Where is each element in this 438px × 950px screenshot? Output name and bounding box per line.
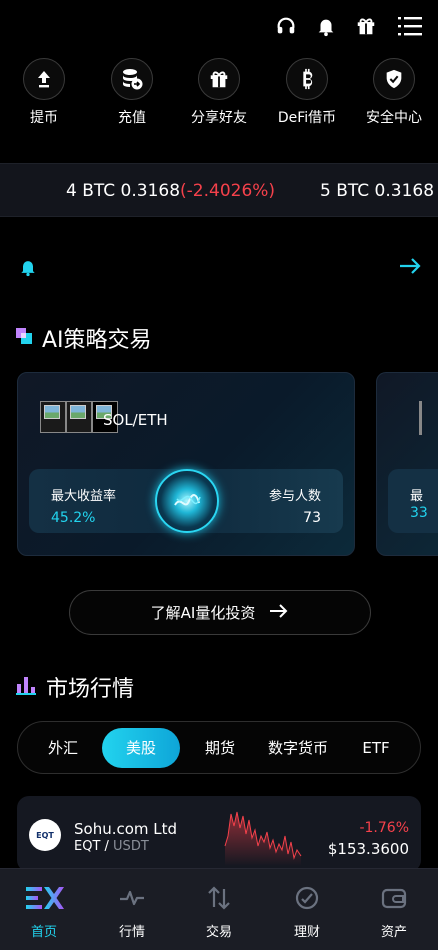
nav-home[interactable]: 首页: [0, 869, 88, 950]
quick-action-defi-borrow[interactable]: DeFi借币: [263, 58, 351, 127]
notification-bell-icon: [18, 256, 38, 282]
max-yield-value: 45.2%: [51, 510, 96, 526]
nav-trade[interactable]: 交易: [175, 869, 263, 950]
gift-icon: [198, 58, 240, 100]
coin-image-placeholder: [66, 401, 92, 433]
menu-icon[interactable]: [398, 14, 422, 38]
nav-label: 首页: [30, 925, 57, 940]
shield-icon: [373, 58, 415, 100]
tab-crypto[interactable]: 数字货币: [258, 728, 338, 768]
bar-chart-icon: [16, 675, 36, 699]
quick-action-withdraw[interactable]: 提币: [0, 58, 88, 127]
bottom-nav: 首页 行情 交易 理财 资产: [0, 868, 438, 950]
ticker-item: 5 BTC 0.3168: [320, 181, 434, 201]
nav-finance[interactable]: 理财: [263, 869, 351, 950]
button-label: 了解AI量化投资: [150, 604, 256, 622]
learn-ai-quant-button[interactable]: 了解AI量化投资: [69, 590, 371, 635]
pulse-icon: [88, 884, 176, 914]
ticker-change: (-2.4026%): [180, 181, 276, 201]
section-title: 市场行情: [46, 677, 135, 702]
arrow-right-icon: [269, 603, 289, 623]
bell-icon[interactable]: [314, 14, 338, 38]
gift-icon[interactable]: [354, 14, 378, 38]
tab-futures[interactable]: 期货: [190, 728, 250, 768]
tab-us-stocks[interactable]: 美股: [102, 728, 180, 768]
ai-strategy-card-next[interactable]: 最 33: [376, 372, 438, 556]
quick-action-share[interactable]: 分享好友: [175, 58, 263, 127]
nav-market[interactable]: 行情: [88, 869, 176, 950]
wallet-icon: [350, 884, 438, 914]
ticker-text: 5 BTC 0.3168: [320, 181, 435, 201]
top-bar: [0, 0, 438, 52]
headset-icon[interactable]: [274, 14, 298, 38]
tab-forex[interactable]: 外汇: [32, 728, 94, 768]
ai-orb-icon: [155, 469, 219, 533]
participants-label: 参与人数: [268, 489, 321, 504]
quick-action-label: 充值: [118, 110, 146, 126]
quick-action-security[interactable]: 安全中心: [350, 58, 438, 127]
nav-label: 行情: [118, 925, 145, 940]
quick-actions: 提币 充值 分享好友 DeFi借币 安全中心: [0, 58, 438, 138]
stock-logo: EQT: [29, 819, 61, 851]
market-tabs: 外汇 美股 期货 数字货币 ETF: [17, 721, 421, 774]
quick-action-label: 分享好友: [191, 110, 247, 126]
quick-action-label: 提币: [30, 110, 58, 126]
ticker-item: 4 BTC 0.3168(-2.4026%): [66, 181, 275, 201]
quick-action-deposit[interactable]: 充值: [88, 58, 176, 127]
notice-bar[interactable]: [0, 252, 438, 282]
nav-label: 资产: [380, 925, 407, 940]
price-ticker[interactable]: 4 BTC 0.3168(-2.4026%) 5 BTC 0.3168: [0, 163, 438, 217]
stock-logo-text: EQT: [36, 830, 54, 840]
stock-price: $153.3600: [327, 840, 409, 858]
sparkline-chart: [224, 811, 302, 866]
section-title: AI策略交易: [42, 328, 152, 353]
stock-name: Sohu.com Ltd: [74, 820, 178, 838]
ai-strategy-carousel[interactable]: SOL/ETH 最大收益率 45.2% 参与人数 73 最 33: [0, 372, 438, 558]
deposit-icon: [111, 58, 153, 100]
withdraw-icon: [23, 58, 65, 100]
tab-etf[interactable]: ETF: [348, 728, 404, 768]
max-yield-label: 最: [410, 489, 424, 504]
swap-icon: [175, 884, 263, 914]
stock-symbol: EQT / USDT: [74, 839, 149, 854]
market-header: 市场行情: [16, 671, 134, 703]
nav-assets[interactable]: 资产: [350, 869, 438, 950]
max-yield-label: 最大收益率: [51, 489, 117, 504]
home-logo-icon: [0, 884, 88, 914]
quick-action-label: 安全中心: [366, 110, 422, 126]
ticker-text: 4 BTC 0.3168: [66, 181, 181, 201]
nav-label: 理财: [293, 925, 320, 940]
bitcoin-icon: [286, 58, 328, 100]
coin-image-placeholder: [40, 401, 66, 433]
market-row[interactable]: EQT Sohu.com Ltd EQT / USDT -1.76% $153.…: [17, 796, 421, 872]
ai-strategy-header: AI策略交易: [16, 322, 152, 354]
ai-strategy-card[interactable]: SOL/ETH 最大收益率 45.2% 参与人数 73: [17, 372, 355, 556]
quick-action-label: DeFi借币: [277, 110, 337, 126]
finance-icon: [263, 884, 351, 914]
max-yield-value: 33: [410, 505, 428, 521]
trading-pair: SOL/ETH: [103, 411, 168, 429]
stock-change: -1.76%: [359, 820, 409, 836]
strategy-stats: 最 33: [388, 469, 438, 533]
arrow-right-icon[interactable]: [398, 256, 422, 280]
participants-value: 73: [303, 510, 321, 526]
nav-label: 交易: [205, 925, 232, 940]
ai-strategy-icon: [16, 328, 32, 348]
